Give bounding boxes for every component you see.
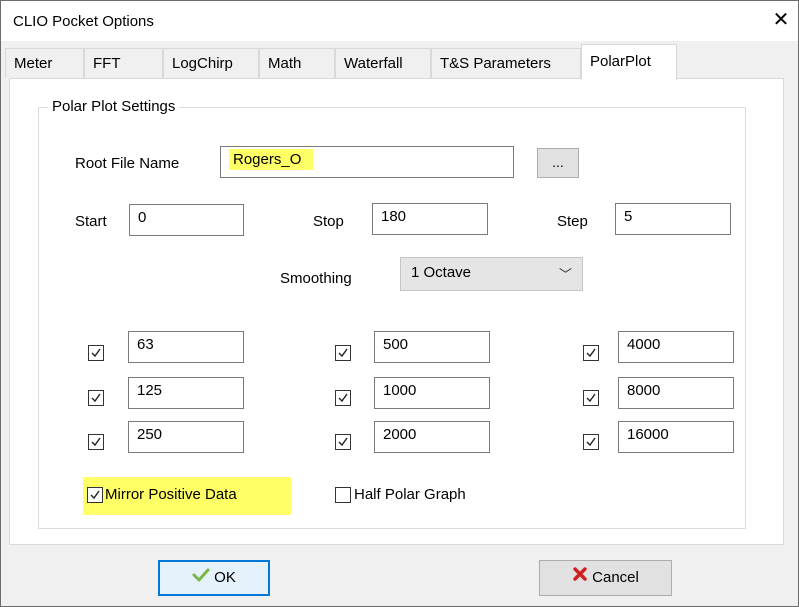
mirror-positive-checkbox[interactable] — [87, 487, 103, 503]
stop-field[interactable]: 180 — [372, 203, 488, 235]
freq-63-checkbox[interactable] — [88, 345, 104, 361]
cancel-label: Cancel — [592, 569, 639, 586]
root-file-label: Root File Name — [75, 155, 180, 172]
freq-125-checkbox[interactable] — [88, 390, 104, 406]
start-label: Start — [75, 213, 107, 230]
checkbox-check-icon — [586, 393, 596, 403]
tab-ts-parameters[interactable]: T&S Parameters — [431, 48, 581, 78]
cancel-button[interactable]: Cancel — [539, 560, 672, 596]
checkbox-check-icon — [91, 393, 101, 403]
freq-2000-field[interactable]: 2000 — [374, 421, 490, 453]
polarplot-page: Polar Plot Settings Root File Name Roger… — [9, 78, 784, 545]
freq-63-field[interactable]: 63 — [128, 331, 244, 363]
close-icon[interactable]: ✕ — [770, 9, 792, 31]
freq-250-field[interactable]: 250 — [128, 421, 244, 453]
smoothing-select[interactable]: 1 Octave ﹀ — [400, 257, 583, 291]
checkbox-check-icon — [91, 348, 101, 358]
x-mark-icon — [572, 561, 588, 595]
freq-250-checkbox[interactable] — [88, 434, 104, 450]
freq-1000-field[interactable]: 1000 — [374, 377, 490, 409]
freq-125-field[interactable]: 125 — [128, 377, 244, 409]
half-polar-checkbox[interactable] — [335, 487, 351, 503]
freq-4000-field[interactable]: 4000 — [618, 331, 734, 363]
smoothing-label: Smoothing — [280, 270, 352, 287]
step-label: Step — [557, 213, 588, 230]
freq-16000-checkbox[interactable] — [583, 434, 599, 450]
mirror-positive-label[interactable]: Mirror Positive Data — [105, 486, 237, 503]
tab-math[interactable]: Math — [259, 48, 335, 78]
freq-4000-checkbox[interactable] — [583, 345, 599, 361]
title-bar: CLIO Pocket Options ✕ — [1, 1, 798, 41]
checkbox-check-icon — [91, 437, 101, 447]
ok-button[interactable]: OK — [158, 560, 270, 596]
chevron-down-icon: ﹀ — [558, 267, 572, 282]
checkbox-check-icon — [586, 348, 596, 358]
checkbox-check-icon — [338, 437, 348, 447]
tab-logchirp[interactable]: LogChirp — [163, 48, 259, 78]
stop-label: Stop — [313, 213, 344, 230]
freq-8000-field[interactable]: 8000 — [618, 377, 734, 409]
freq-500-checkbox[interactable] — [335, 345, 351, 361]
freq-1000-checkbox[interactable] — [335, 390, 351, 406]
checkbox-check-icon — [586, 437, 596, 447]
freq-2000-checkbox[interactable] — [335, 434, 351, 450]
root-file-field[interactable]: Rogers_O — [220, 146, 514, 178]
ok-label: OK — [214, 569, 236, 586]
root-file-value: Rogers_O — [229, 149, 314, 170]
browse-button[interactable]: ... — [537, 148, 579, 178]
tab-polarplot[interactable]: PolarPlot — [581, 44, 677, 80]
window-title: CLIO Pocket Options — [13, 13, 154, 30]
freq-16000-field[interactable]: 16000 — [618, 421, 734, 453]
tab-waterfall[interactable]: Waterfall — [335, 48, 431, 78]
start-field[interactable]: 0 — [129, 204, 244, 236]
half-polar-label[interactable]: Half Polar Graph — [354, 486, 466, 503]
freq-500-field[interactable]: 500 — [374, 331, 490, 363]
checkbox-check-icon — [338, 348, 348, 358]
group-caption: Polar Plot Settings — [48, 98, 180, 115]
tab-fft[interactable]: FFT — [84, 48, 163, 78]
smoothing-value: 1 Octave — [411, 264, 472, 281]
checkbox-check-icon — [338, 393, 348, 403]
options-dialog: CLIO Pocket Options ✕ Meter FFT LogChirp… — [0, 0, 799, 607]
freq-8000-checkbox[interactable] — [583, 390, 599, 406]
step-field[interactable]: 5 — [615, 203, 731, 235]
tab-meter[interactable]: Meter — [5, 48, 84, 78]
checkmark-icon — [192, 562, 210, 594]
checkbox-check-icon — [90, 490, 100, 500]
